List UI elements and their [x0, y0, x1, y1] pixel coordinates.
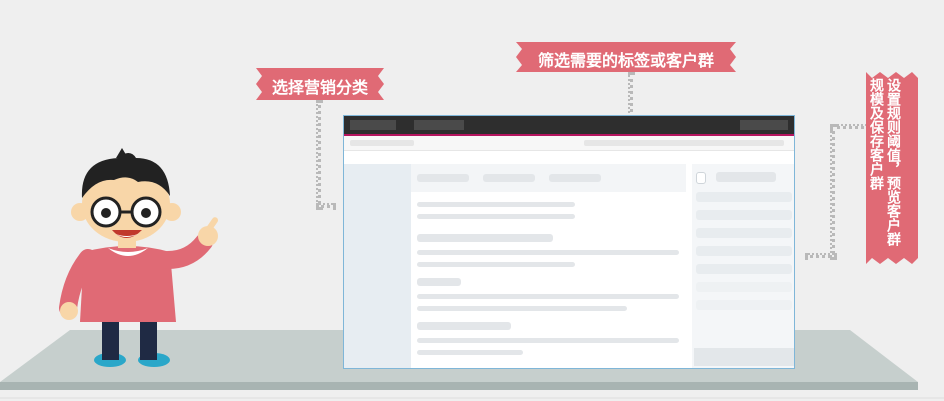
- field-placeholder: [716, 172, 776, 182]
- list-heading-placeholder: [417, 322, 511, 330]
- cartoon-man-pointing-icon: [59, 148, 219, 367]
- tab-placeholder: [417, 174, 469, 182]
- field-placeholder: [696, 192, 792, 202]
- save-bar-placeholder: [694, 348, 794, 366]
- sub-bar-breadcrumb-placeholder: [350, 140, 414, 146]
- top-bar-logo-placeholder: [350, 120, 396, 130]
- window-top-bar: [344, 116, 794, 136]
- checkbox-placeholder: [696, 172, 706, 184]
- callout-category-text: 选择营销分类: [271, 78, 368, 97]
- category-sidebar: [344, 164, 411, 368]
- field-placeholder: [696, 228, 792, 238]
- list-item-placeholder: [417, 338, 679, 343]
- list-heading-placeholder: [417, 234, 553, 242]
- list-heading-placeholder: [417, 278, 461, 286]
- tab-placeholder: [549, 174, 601, 182]
- sub-bar-actions-placeholder: [584, 140, 784, 146]
- window-sub-bar: [344, 136, 794, 151]
- illustration-stage: 选择营销分类 筛选需要的标签或客户群 设置规则阈值，预览客户群规模及保存客户群: [0, 0, 944, 401]
- connector-line-preview: [830, 124, 835, 260]
- field-placeholder: [696, 210, 792, 220]
- field-placeholder: [696, 264, 792, 274]
- list-item-placeholder: [417, 202, 575, 207]
- connector-line-category: [316, 100, 321, 210]
- callout-preview-text: 设置规则阈值，预览客户群规模及保存客户群: [868, 78, 901, 246]
- tab-placeholder: [483, 174, 535, 182]
- connector-line-category-tail: [316, 203, 336, 208]
- list-item-placeholder: [417, 262, 575, 267]
- top-bar-user-placeholder: [740, 120, 788, 130]
- field-placeholder: [696, 300, 792, 310]
- rule-settings-panel: [692, 164, 794, 368]
- list-item-placeholder: [417, 250, 679, 255]
- list-item-placeholder: [417, 294, 679, 299]
- list-item-placeholder: [417, 350, 523, 355]
- tag-tabs-header: [411, 164, 686, 192]
- list-item-placeholder: [417, 306, 627, 311]
- callout-filter-text: 筛选需要的标签或客户群: [537, 51, 714, 70]
- top-bar-nav-placeholder: [414, 120, 464, 130]
- field-placeholder: [696, 246, 792, 256]
- tag-list-panel: [411, 164, 686, 368]
- app-window-mockup: [343, 115, 795, 369]
- list-item-placeholder: [417, 214, 575, 219]
- field-placeholder: [696, 282, 792, 292]
- connector-line-preview-bottom: [805, 253, 837, 258]
